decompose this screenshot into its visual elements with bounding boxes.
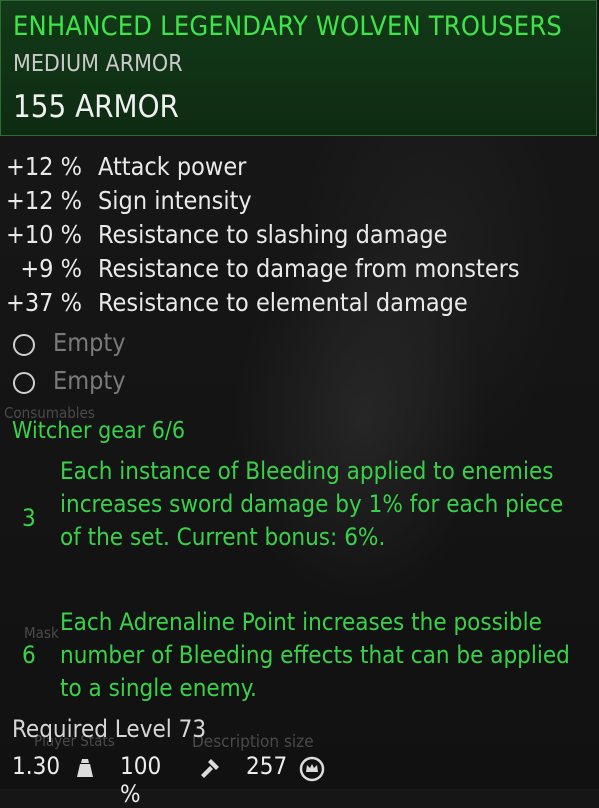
stat-name: Resistance to damage from monsters [98,254,520,283]
stat-value: +12 % [6,186,82,215]
stat-value: +10 % [6,220,82,249]
empty-slot-circle-icon [13,372,35,394]
stat-name: Sign intensity [98,186,252,215]
empty-slot-circle-icon [13,334,35,356]
item-header: ENHANCED LEGENDARY WOLVEN TROUSERS MEDIU… [0,0,597,136]
item-armor-value: 155 ARMOR [13,89,179,125]
required-level: Required Level 73 [12,715,207,743]
weight-value: 1.30 [12,752,61,780]
price-value: 257 [246,752,288,780]
hammer-icon [201,759,219,778]
set-bonus-description: Each instance of Bleeding applied to ene… [60,457,564,551]
background-label-masks: Mask [24,624,59,642]
stat-value: +37 % [6,288,82,317]
background-label-description-size: Description size [192,732,314,752]
crowns-icon [299,756,325,782]
item-type: MEDIUM ARMOR [13,51,183,77]
set-bonus-description: Each Adrenaline Point increases the poss… [60,608,570,702]
stat-name: Resistance to elemental damage [98,288,468,317]
durability-value: 100 % [120,752,162,808]
stat-value: +12 % [6,152,82,181]
stat-name: Resistance to slashing damage [98,220,448,249]
stat-value: +9 % [20,254,82,283]
upgrade-slot-label: Empty [53,328,126,357]
upgrade-slot-label: Empty [53,366,126,395]
set-bonus-pieces: 6 [22,641,36,669]
stat-name: Attack power [98,152,247,181]
set-bonus-pieces: 3 [22,504,36,532]
weight-icon [77,759,93,777]
set-title: Witcher gear 6/6 [12,418,186,444]
item-title: ENHANCED LEGENDARY WOLVEN TROUSERS [13,11,563,42]
